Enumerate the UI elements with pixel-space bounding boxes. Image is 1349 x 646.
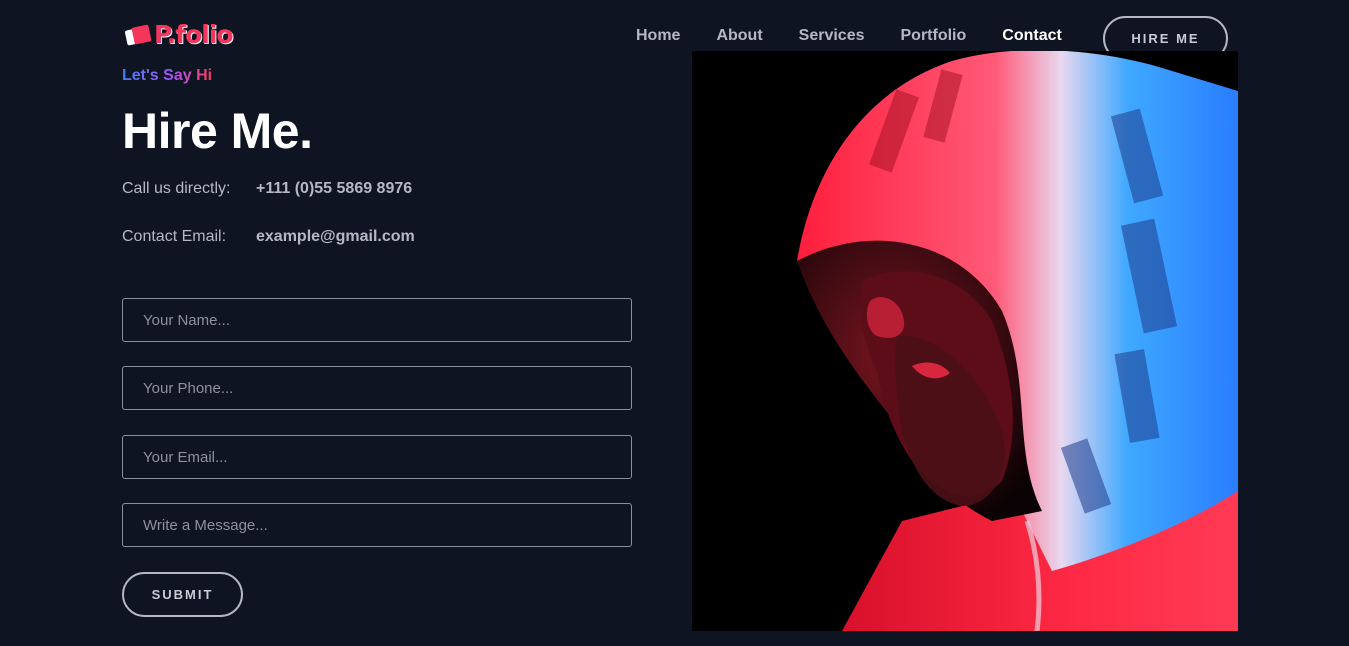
nav-contact[interactable]: Contact [1002,26,1062,46]
email-label: Contact Email: [122,228,227,245]
nav-portfolio[interactable]: Portfolio [901,26,967,46]
email-value[interactable]: example@gmail.com [256,225,415,249]
phone-label: Call us directly: [122,180,231,197]
email-input[interactable] [122,435,632,479]
nav-home[interactable]: Home [636,26,680,46]
phone-input[interactable] [122,366,632,410]
main-nav: Home About Services Portfolio Contact [636,26,1098,46]
nav-services[interactable]: Services [799,26,865,46]
phone-value[interactable]: +111 (0)55 5869 8976 [256,177,412,201]
logo-text: P.folio [154,20,234,49]
logo[interactable]: P.folio [124,20,234,49]
page-title: Hire Me. [122,103,313,159]
hooded-man-image [692,51,1238,631]
name-input[interactable] [122,298,632,342]
message-input[interactable] [122,503,632,547]
submit-button[interactable]: SUBMIT [122,572,243,617]
section-subtitle: Let's Say Hi [122,67,213,84]
logo-icon [124,23,152,46]
hero-photo [692,51,1238,631]
nav-about[interactable]: About [716,26,762,46]
